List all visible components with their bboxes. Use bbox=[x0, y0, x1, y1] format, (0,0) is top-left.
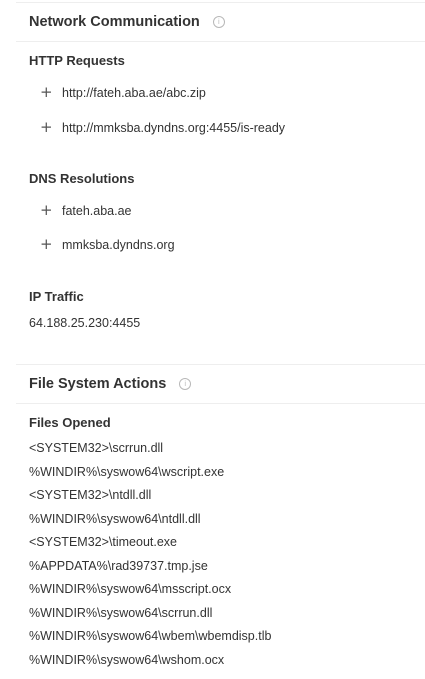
file-opened-item: <SYSTEM32>\scrrun.dll bbox=[29, 441, 164, 455]
section-title: File System Actions bbox=[29, 376, 167, 392]
file-opened-item: <SYSTEM32>\timeout.exe bbox=[29, 535, 177, 549]
dns-hostname: fateh.aba.ae bbox=[62, 203, 132, 218]
http-request-item[interactable]: + http://mmksba.dyndns.org:4455/is-ready bbox=[16, 120, 285, 135]
file-opened-item: %WINDIR%\syswow64\scrrun.dll bbox=[29, 606, 213, 620]
expand-plus-icon[interactable]: + bbox=[40, 203, 62, 218]
dns-hostname: mmksba.dyndns.org bbox=[62, 237, 175, 252]
file-opened-item: %WINDIR%\syswow64\msscript.ocx bbox=[29, 582, 232, 596]
section-title: Network Communication bbox=[29, 14, 200, 30]
http-request-item[interactable]: + http://fateh.aba.ae/abc.zip bbox=[16, 85, 206, 100]
file-opened-item: %WINDIR%\syswow64\wshom.ocx bbox=[29, 653, 225, 667]
info-icon[interactable]: i bbox=[179, 378, 192, 390]
http-requests-title: HTTP Requests bbox=[29, 53, 125, 68]
file-opened-item: %WINDIR%\syswow64\wscript.exe bbox=[29, 465, 225, 479]
network-communication-section: Network Communication i bbox=[16, 2, 425, 42]
file-system-actions-section: File System Actions i bbox=[16, 364, 425, 404]
info-icon[interactable]: i bbox=[212, 16, 225, 28]
expand-plus-icon[interactable]: + bbox=[40, 120, 62, 135]
http-request-url: http://mmksba.dyndns.org:4455/is-ready bbox=[62, 120, 286, 135]
network-communication-header: Network Communication i bbox=[16, 2, 425, 42]
dns-item[interactable]: + fateh.aba.ae bbox=[16, 203, 132, 218]
ip-traffic-value: 64.188.25.230:4455 bbox=[29, 316, 141, 330]
file-opened-item: %APPDATA%\rad39737.tmp.jse bbox=[29, 559, 208, 573]
file-opened-item: <SYSTEM32>\ntdll.dll bbox=[29, 488, 152, 502]
dns-resolutions-title: DNS Resolutions bbox=[29, 171, 135, 186]
http-request-url: http://fateh.aba.ae/abc.zip bbox=[62, 85, 206, 100]
files-opened-title: Files Opened bbox=[29, 415, 111, 430]
expand-plus-icon[interactable]: + bbox=[40, 85, 62, 100]
ip-traffic-title: IP Traffic bbox=[29, 289, 84, 304]
dns-item[interactable]: + mmksba.dyndns.org bbox=[16, 237, 175, 252]
file-system-actions-header: File System Actions i bbox=[16, 364, 425, 404]
file-opened-item: %WINDIR%\syswow64\wbem\wbemdisp.tlb bbox=[29, 629, 272, 643]
file-opened-item: %WINDIR%\syswow64\ntdll.dll bbox=[29, 512, 201, 526]
expand-plus-icon[interactable]: + bbox=[40, 237, 62, 252]
